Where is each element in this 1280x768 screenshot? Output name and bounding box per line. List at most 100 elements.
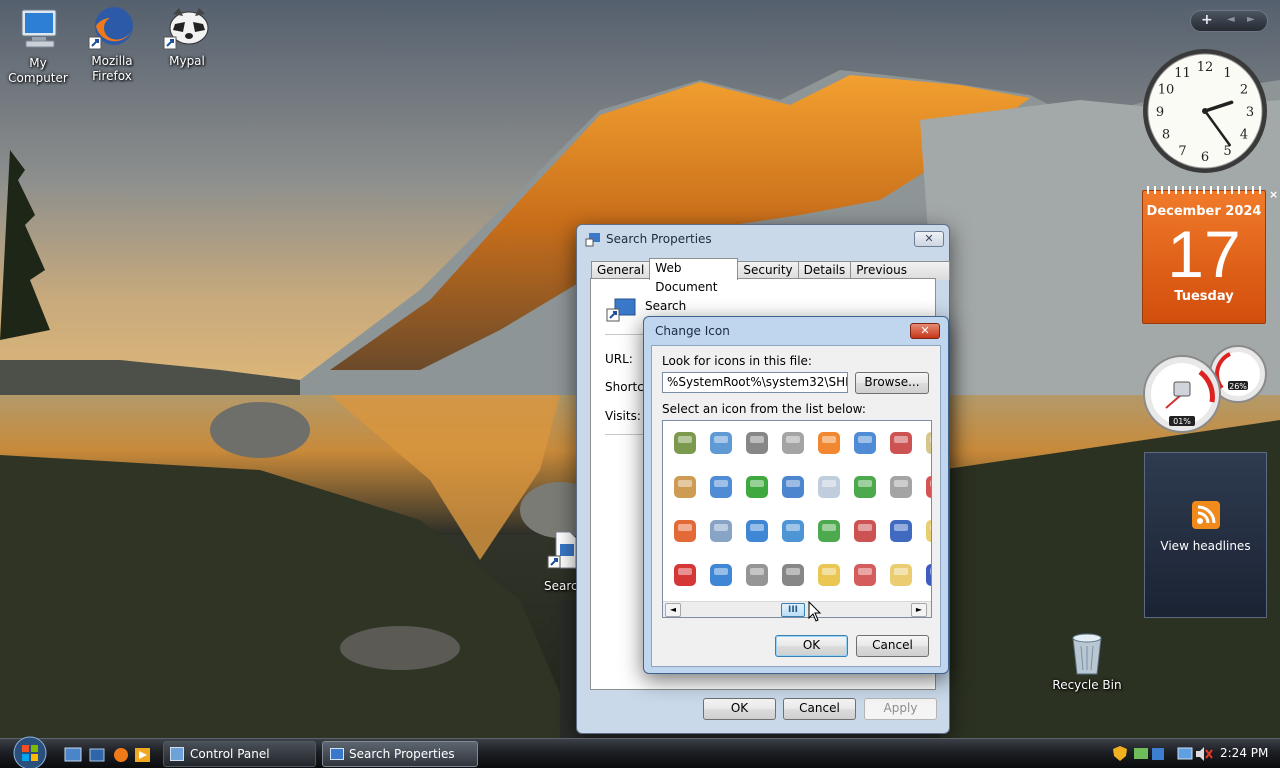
firefox-icon	[88, 7, 133, 50]
globe-icon[interactable]	[741, 515, 773, 547]
taskbar-clock[interactable]: 2:24 PM	[1220, 746, 1268, 760]
clock-numeral: 2	[1240, 83, 1248, 98]
view-headlines-label[interactable]: View headlines	[1145, 539, 1266, 553]
calendar-gadget[interactable]: December 2024 17 Tuesday	[1142, 186, 1266, 324]
switch-windows-icon[interactable]	[89, 748, 105, 762]
quick-launch	[64, 747, 150, 762]
desktop-icon-my-computer[interactable]: My Computer	[0, 6, 76, 86]
desktop-icon-label: Mypal	[169, 54, 205, 68]
scroll-left-button[interactable]: ◄	[665, 603, 681, 617]
checklist-icon[interactable]	[885, 427, 917, 459]
calendar-day: 17	[1167, 217, 1241, 291]
clock-numeral: 9	[1156, 105, 1164, 120]
window-titlebar[interactable]: Search Properties	[577, 225, 949, 253]
cpu-readout: 01%	[1173, 417, 1191, 426]
tab-web-document[interactable]: Web Document	[649, 258, 739, 294]
dialog-titlebar[interactable]: Change Icon	[644, 317, 948, 345]
horizontal-scrollbar[interactable]: ◄ III ►	[663, 601, 931, 617]
add-gadget-icon[interactable]: +	[1201, 12, 1213, 28]
volume-muted-icon[interactable]	[1196, 747, 1204, 761]
ok-button[interactable]: OK	[703, 698, 776, 720]
select-icon-label: Select an icon from the list below:	[662, 402, 866, 416]
cpu-meter-gadget[interactable]: 26% 01%	[1140, 344, 1276, 434]
home-icon[interactable]	[849, 515, 881, 547]
close-icon[interactable]: ×	[1269, 188, 1278, 201]
globe-network-icon[interactable]	[705, 559, 737, 591]
delete-x-icon[interactable]	[669, 559, 701, 591]
add-user-icon[interactable]	[849, 471, 881, 503]
icon-list[interactable]: ◄ III ►	[662, 420, 932, 618]
notification-area	[1113, 746, 1213, 761]
display-icon[interactable]	[1177, 747, 1193, 760]
desktop-icon-mypal[interactable]: Mypal	[149, 4, 225, 69]
scroll-thumb[interactable]: III	[781, 603, 805, 617]
clock-numeral: 10	[1158, 83, 1175, 98]
properties-tabs: General Web Document Security Details Pr…	[591, 258, 950, 294]
desktop-icon-recycle-bin[interactable]: Recycle Bin	[1048, 632, 1126, 693]
projector-icon[interactable]	[777, 427, 809, 459]
previous-icon[interactable]: ◄	[1227, 14, 1235, 25]
copy-to-icon[interactable]	[705, 427, 737, 459]
shortcut-icon	[585, 233, 600, 247]
recycle-bin-icon[interactable]	[813, 471, 845, 503]
feed-headlines-gadget[interactable]: View headlines	[1144, 452, 1267, 618]
network-folder-icon[interactable]	[849, 427, 881, 459]
monitor-blue-icon[interactable]	[921, 559, 931, 591]
apply-button[interactable]: Apply	[864, 698, 937, 720]
browse-button[interactable]: Browse...	[855, 372, 929, 394]
taskbar-item-search-properties[interactable]: Search Properties	[322, 741, 478, 767]
security-shield-icon[interactable]	[1113, 746, 1127, 761]
file-path-value: %SystemRoot%\system32\SHELL32	[667, 375, 847, 389]
disk-icon[interactable]	[885, 471, 917, 503]
windows-flag-icon[interactable]	[669, 515, 701, 547]
look-for-label: Look for icons in this file:	[662, 354, 812, 368]
up-arrow-icon[interactable]	[813, 515, 845, 547]
ok-button[interactable]: OK	[775, 635, 848, 657]
calendar-weekday: Tuesday	[1174, 289, 1234, 304]
file-path-input[interactable]: %SystemRoot%\system32\SHELL32	[662, 372, 848, 393]
clock-numeral: 11	[1174, 66, 1191, 81]
warning-files-icon[interactable]	[813, 559, 845, 591]
cancel-button[interactable]: Cancel	[856, 635, 929, 657]
control-panel-icon	[170, 747, 184, 761]
music-folder-icon[interactable]	[669, 427, 701, 459]
camera-icon[interactable]	[741, 559, 773, 591]
cancel-button[interactable]: Cancel	[783, 698, 856, 720]
network-icon[interactable]	[1134, 748, 1148, 759]
update-icon[interactable]	[1152, 748, 1164, 760]
checkmark-icon[interactable]	[813, 427, 845, 459]
taskbar-item-control-panel[interactable]: Control Panel	[163, 741, 316, 767]
firefox-quick-icon[interactable]	[114, 748, 128, 762]
help-icon[interactable]	[885, 515, 917, 547]
printer-network-icon[interactable]	[777, 559, 809, 591]
close-button[interactable]: ✕	[914, 231, 944, 247]
desktop-icon-label: Mozilla Firefox	[91, 54, 133, 83]
monitor-icon[interactable]	[705, 471, 737, 503]
scroll-right-button[interactable]: ►	[911, 603, 927, 617]
window-title: Search Properties	[606, 232, 712, 246]
show-desktop-icon[interactable]	[64, 747, 82, 762]
red-icon[interactable]	[921, 471, 931, 503]
mypal-icon	[163, 8, 209, 50]
folder-icon[interactable]	[885, 559, 917, 591]
rss-icon	[1191, 501, 1220, 529]
shortcut-name: Search	[645, 299, 687, 313]
clock-gadget[interactable]: 1234567891011 12	[1140, 46, 1270, 176]
play-icon[interactable]	[741, 471, 773, 503]
documents-icon[interactable]	[705, 515, 737, 547]
close-button[interactable]: ✕	[910, 323, 940, 339]
folder-icon[interactable]	[921, 515, 931, 547]
sidebar-controls: + ◄ ►	[1190, 10, 1268, 32]
next-icon[interactable]: ►	[1247, 14, 1255, 25]
memory-readout: 26%	[1229, 382, 1247, 391]
desktop-icon-firefox[interactable]: Mozilla Firefox	[74, 4, 150, 84]
globe-monitor-icon[interactable]	[777, 515, 809, 547]
dialog-title: Change Icon	[655, 324, 730, 338]
document-icon[interactable]	[921, 427, 931, 459]
pen-monitor-icon[interactable]	[777, 471, 809, 503]
clock-numeral: 3	[1246, 105, 1254, 120]
start-button[interactable]	[10, 735, 50, 768]
user-folder-icon[interactable]	[669, 471, 701, 503]
printer-icon[interactable]	[741, 427, 773, 459]
disc-icon[interactable]	[849, 559, 881, 591]
